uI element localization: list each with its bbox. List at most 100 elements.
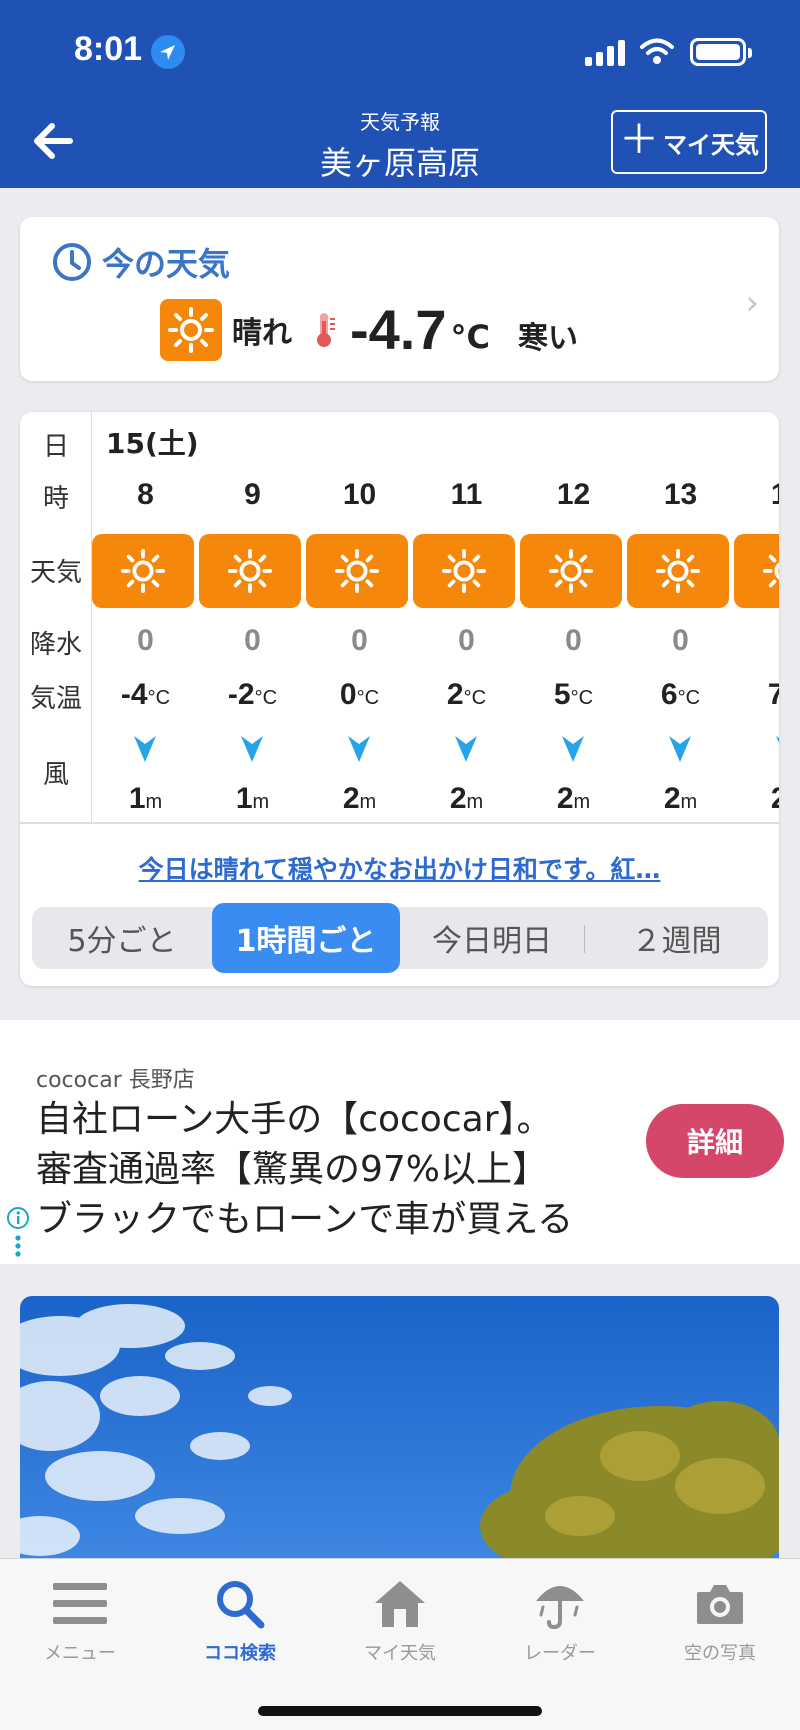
ad-banner[interactable]: cococar 長野店 自社ローン大手の【cococar】。 審査通過率【驚異の… xyxy=(0,1020,800,1264)
forecast-rain: 0 xyxy=(672,624,689,657)
forecast-wind-value: 2 xyxy=(663,782,681,815)
forecast-temp-unit: °C xyxy=(356,687,380,709)
forecast-temp: -2°C xyxy=(199,678,306,712)
forecast-hour-column: 9 0 -2°C 1m xyxy=(199,462,306,822)
segment-hourly[interactable]: 1時間ごと xyxy=(212,903,400,973)
clock-icon xyxy=(53,243,91,281)
label-hour: 時 xyxy=(42,484,69,514)
current-feel: 寒い xyxy=(517,320,578,356)
forecast-rain: 0 xyxy=(565,624,582,657)
search-icon xyxy=(160,1575,320,1633)
sun-icon xyxy=(627,534,729,608)
forecast-wind-unit: m xyxy=(145,791,163,813)
forecast-temp: 5°C xyxy=(520,678,627,712)
wifi-icon xyxy=(640,36,674,70)
status-bar: 8:01 xyxy=(0,0,800,100)
tab-menu-label: メニュー xyxy=(44,1643,116,1664)
tab-search[interactable]: ココ検索 xyxy=(160,1575,320,1665)
forecast-wind-value: 1 xyxy=(128,782,146,815)
segment-today-tomorrow[interactable]: 今日明日 xyxy=(400,907,584,969)
wind-direction-icon xyxy=(132,734,158,768)
current-weather-card[interactable]: 今の天気 › 晴れ -4.7 °C 寒い xyxy=(20,217,779,381)
umbrella-icon xyxy=(480,1575,640,1633)
forecast-hour-column: 14 0 7°C 2m xyxy=(734,462,779,822)
camera-icon xyxy=(640,1575,800,1633)
current-condition: 晴れ xyxy=(232,315,292,351)
battery-icon xyxy=(690,38,752,66)
forecast-temp-value: 0 xyxy=(339,678,357,711)
wind-direction-icon xyxy=(239,734,265,768)
status-time: 8:01 xyxy=(74,30,143,68)
current-temp-unit: °C xyxy=(450,317,490,356)
wind-direction-icon xyxy=(667,734,693,768)
forecast-wind-unit: m xyxy=(466,791,484,813)
label-wind: 風 xyxy=(42,760,69,790)
plus-icon: ＋ xyxy=(619,117,659,163)
forecast-wind-value: 2 xyxy=(342,782,360,815)
interval-segmented-control[interactable]: 5分ごと 1時間ごと 今日明日 ２週間 xyxy=(32,903,768,973)
forecast-hour: 9 xyxy=(244,478,261,511)
label-weather: 天気 xyxy=(29,558,82,588)
forecast-date: 15(土) xyxy=(106,427,199,460)
ad-info-icon[interactable] xyxy=(6,1206,30,1266)
divider xyxy=(20,822,779,824)
tab-radar[interactable]: レーダー xyxy=(480,1575,640,1665)
wind-direction-icon xyxy=(560,734,586,768)
forecast-temp: 6°C xyxy=(627,678,734,712)
sun-icon xyxy=(413,534,515,608)
forecast-temp-value: -4 xyxy=(120,678,148,711)
tab-sky-photos[interactable]: 空の写真 xyxy=(640,1575,800,1665)
tab-menu[interactable]: メニュー xyxy=(0,1575,160,1665)
sun-icon xyxy=(306,534,408,608)
forecast-wind-unit: m xyxy=(680,791,698,813)
forecast-wind: 2m xyxy=(520,782,627,816)
tab-search-label: ココ検索 xyxy=(204,1643,276,1664)
label-rain: 降水 xyxy=(29,630,82,660)
forecast-temp-value: 7 xyxy=(767,678,779,711)
forecast-grid[interactable]: 8 0 -4°C 1m 9 0 -2°C 1m 10 0 0°C 2m 11 0 2°C 2m 12 0 5°C 2m… xyxy=(92,462,779,822)
sun-icon xyxy=(520,534,622,608)
thermometer-icon xyxy=(317,312,335,347)
ad-headline-1: 自社ローン大手の【cococar】。 xyxy=(36,1099,553,1140)
forecast-wind: 1m xyxy=(92,782,199,816)
forecast-wind-unit: m xyxy=(573,791,591,813)
forecast-wind: 1m xyxy=(199,782,306,816)
forecast-wind-value: 2 xyxy=(771,782,779,815)
segment-2weeks[interactable]: ２週間 xyxy=(585,907,768,969)
wind-direction-icon xyxy=(346,734,372,768)
forecast-hour-column: 10 0 0°C 2m xyxy=(306,462,413,822)
sun-icon xyxy=(92,534,194,608)
sun-icon xyxy=(199,534,301,608)
forecast-temp-value: 6 xyxy=(660,678,678,711)
forecast-wind-unit: m xyxy=(252,791,270,813)
segment-5min[interactable]: 5分ごと xyxy=(32,907,212,969)
forecast-temp: 7°C xyxy=(734,678,779,712)
label-day: 日 xyxy=(42,432,69,462)
forecast-temp-unit: °C xyxy=(677,687,701,709)
wind-direction-icon xyxy=(453,734,479,768)
home-indicator xyxy=(258,1706,542,1716)
forecast-wind-value: 2 xyxy=(556,782,574,815)
forecast-hour: 10 xyxy=(342,478,377,511)
forecast-wind-value: 1 xyxy=(235,782,253,815)
forecast-temp: 2°C xyxy=(413,678,520,712)
forecast-hour: 13 xyxy=(663,478,698,511)
forecast-rain: 0 xyxy=(244,624,261,657)
ad-detail-button[interactable]: 詳細 xyxy=(646,1104,784,1178)
forecast-temp-unit: °C xyxy=(570,687,594,709)
forecast-temp-unit: °C xyxy=(463,687,487,709)
add-my-weather-button[interactable]: ＋ マイ天気 xyxy=(611,110,767,174)
forecast-rain: 0 xyxy=(458,624,475,657)
sky-photo[interactable] xyxy=(20,1296,779,1558)
wind-direction-icon xyxy=(774,734,779,768)
forecast-hour: 14 xyxy=(734,478,779,512)
tab-my-weather[interactable]: マイ天気 xyxy=(320,1575,480,1665)
forecast-temp: 0°C xyxy=(306,678,413,712)
add-my-weather-label: マイ天気 xyxy=(663,130,759,159)
forecast-summary-link[interactable]: 今日は晴れて穏やかなお出かけ日和です。紅… xyxy=(20,850,779,886)
forecast-hour-column: 12 0 5°C 2m xyxy=(520,462,627,822)
sun-icon xyxy=(160,298,222,361)
cellular-signal-icon xyxy=(585,38,625,66)
label-temp: 気温 xyxy=(29,684,82,714)
ad-headline-2: 審査通過率【驚異の97%以上】 xyxy=(36,1149,549,1190)
